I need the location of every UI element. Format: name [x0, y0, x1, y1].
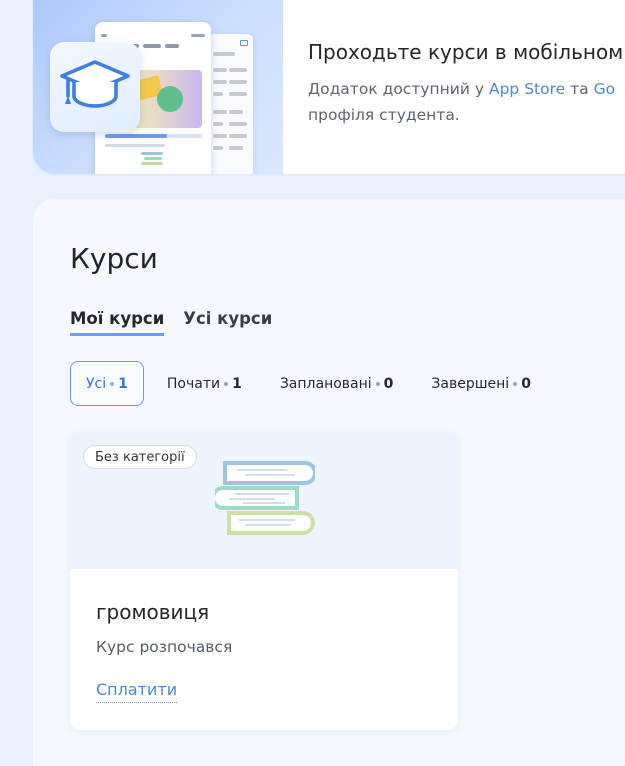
filter-started[interactable]: Почати 1: [152, 361, 257, 406]
page-title: Курси: [70, 242, 158, 275]
banner-description: Додаток доступний у App Store та Go проф…: [308, 80, 616, 124]
course-status: Курс розпочався: [96, 638, 233, 656]
filter-count: 1: [118, 375, 128, 392]
mail-icon: [240, 40, 248, 46]
courses-tabs: Мої курси Усі курси: [70, 309, 272, 336]
courses-section: Курси Мої курси Усі курси Усі 1 Почати 1 З…: [33, 199, 625, 766]
banner-title: Проходьте курси в мобільном: [308, 40, 624, 64]
dot-separator: [224, 381, 229, 386]
mobile-app-banner: Проходьте курси в мобільном Додаток дост…: [33, 0, 625, 174]
pay-button[interactable]: Сплатити: [96, 680, 178, 703]
filter-completed[interactable]: Завершені 0: [416, 361, 546, 406]
filter-count: 0: [521, 375, 531, 392]
graduation-cap-icon: [60, 60, 130, 108]
books-mini-icon: [141, 152, 163, 166]
progress-bar: [105, 134, 202, 138]
filter-count: 1: [232, 375, 242, 392]
course-card[interactable]: Без категорії громовиця Курс розпочався …: [70, 432, 458, 730]
filter-planned[interactable]: Заплановані 0: [265, 361, 409, 406]
tab-all-courses[interactable]: Усі курси: [183, 309, 272, 336]
app-store-link[interactable]: App Store: [489, 80, 565, 98]
mobile-app-illustration: [33, 0, 283, 174]
dot-separator: [110, 381, 115, 386]
tab-my-courses[interactable]: Мої курси: [70, 309, 165, 336]
course-cover: Без категорії: [70, 432, 458, 569]
dot-separator: [513, 381, 518, 386]
books-stack-icon: [215, 461, 315, 535]
course-title[interactable]: громовиця: [96, 600, 209, 624]
status-filters: Усі 1 Почати 1 Заплановані 0 Завершені 0: [70, 361, 546, 406]
phone-mockup-back: [207, 34, 253, 174]
filter-count: 0: [383, 375, 394, 392]
graduation-cap-tile: [50, 42, 140, 132]
dot-separator: [375, 381, 380, 386]
category-badge: Без категорії: [83, 445, 197, 469]
google-play-link[interactable]: Go: [594, 80, 616, 98]
filter-all[interactable]: Усі 1: [70, 361, 144, 406]
